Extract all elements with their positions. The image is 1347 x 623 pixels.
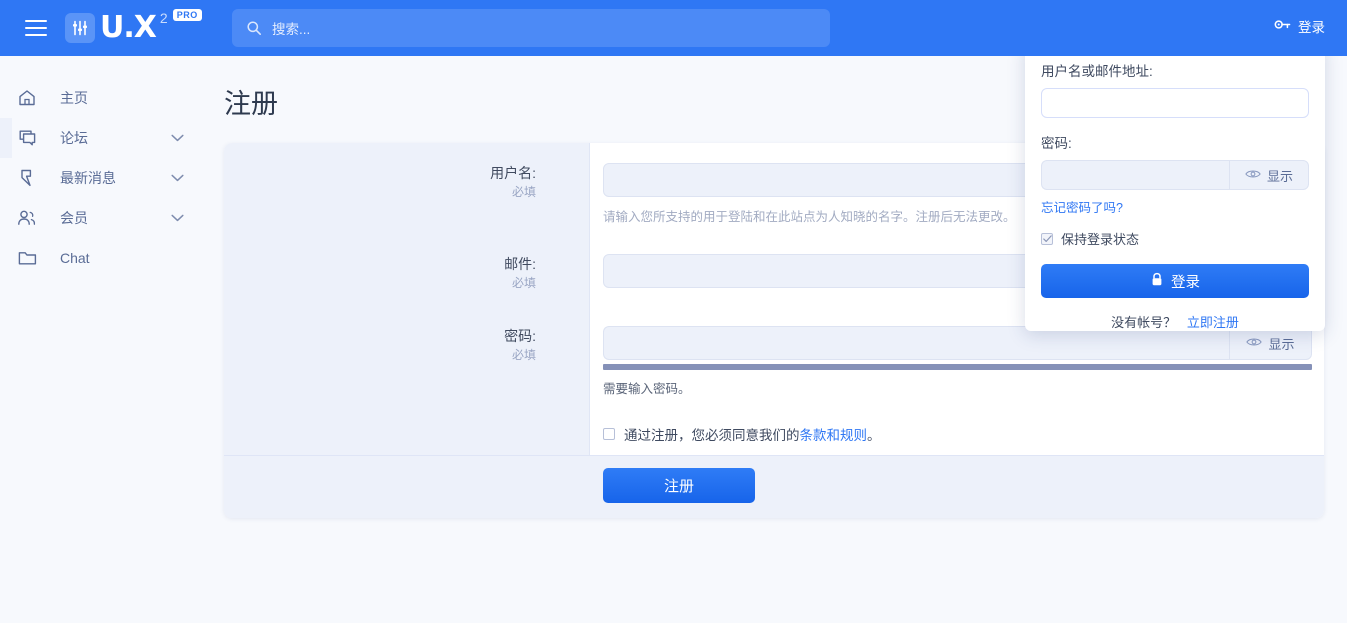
logo-superscript: 2	[160, 10, 168, 26]
logo-text: U.X	[100, 13, 156, 43]
forgot-password-link[interactable]: 忘记密码了吗?	[1041, 197, 1309, 216]
logo-pro-badge: PRO	[173, 9, 202, 21]
password-input-group: 显示	[603, 326, 1312, 360]
sidebar-item-chat[interactable]: Chat	[0, 238, 200, 278]
top-bar: U.X 2 PRO 搜索... 登录	[0, 0, 1347, 56]
terms-agreement[interactable]: 通过注册，您必须同意我们的条款和规则。	[603, 424, 881, 444]
popover-password-show-button[interactable]: 显示	[1229, 160, 1309, 190]
popover-footer: 没有帐号？ 立即注册	[1041, 312, 1309, 331]
page-title: 注册	[224, 82, 278, 121]
search-input[interactable]: 搜索...	[272, 18, 310, 38]
forum-icon	[14, 128, 40, 149]
popover-password-group: 显示	[1041, 160, 1309, 190]
register-submit-button[interactable]: 注册	[603, 468, 755, 503]
lightning-icon	[14, 168, 40, 188]
popover-footer-text: 没有帐号？	[1111, 315, 1176, 330]
username-label: 用户名:	[224, 163, 536, 183]
lock-icon	[1150, 272, 1164, 291]
password-field-block: 显示 需要输入密码。	[603, 326, 1312, 397]
password-required-text: 必填	[224, 346, 536, 364]
email-required-text: 必填	[224, 274, 536, 292]
popover-username-label: 用户名或邮件地址:	[1041, 60, 1309, 80]
hamburger-icon[interactable]	[25, 20, 47, 36]
username-required-text: 必填	[224, 183, 536, 201]
password-show-label: 显示	[1268, 334, 1294, 353]
folder-icon	[14, 249, 40, 267]
sidebar-item-label: 最新消息	[60, 168, 171, 188]
sidebar-item-forum[interactable]: 论坛	[0, 118, 200, 158]
username-label-block: 用户名: 必填	[224, 163, 554, 201]
topbar-login-button[interactable]: 登录	[1274, 16, 1325, 36]
topbar-login-label: 登录	[1298, 16, 1325, 36]
sidebar-item-label: 会员	[60, 208, 171, 228]
popover-login-label: 登录	[1171, 271, 1200, 292]
stay-logged-in-row[interactable]: 保持登录状态	[1041, 229, 1309, 248]
sidebar-item-members[interactable]: 会员	[0, 198, 200, 238]
stay-logged-in-label: 保持登录状态	[1061, 229, 1139, 248]
password-input[interactable]	[603, 326, 1229, 360]
sidebar-item-label: Chat	[60, 250, 200, 266]
popover-username-input[interactable]	[1041, 88, 1309, 118]
members-icon	[14, 209, 40, 227]
form-footer	[224, 456, 1324, 518]
eye-icon	[1245, 168, 1261, 183]
terms-link[interactable]: 条款和规则	[800, 428, 868, 443]
popover-login-button[interactable]: 登录	[1041, 264, 1309, 298]
key-icon	[1274, 17, 1291, 35]
popover-password-label: 密码:	[1041, 132, 1309, 152]
email-label: 邮件:	[224, 254, 536, 274]
home-icon	[14, 88, 40, 108]
search-bar[interactable]: 搜索...	[232, 9, 830, 47]
sliders-icon	[65, 13, 95, 43]
search-icon	[246, 20, 262, 36]
popover-password-show-label: 显示	[1267, 166, 1293, 185]
sidebar-item-label: 论坛	[60, 128, 171, 148]
password-hint: 需要输入密码。	[603, 378, 1312, 397]
terms-text: 通过注册，您必须同意我们的条款和规则。	[624, 424, 881, 444]
password-label-block: 密码: 必填	[224, 326, 554, 364]
sidebar-item-label: 主页	[60, 88, 200, 108]
terms-checkbox[interactable]	[603, 428, 615, 440]
eye-icon	[1246, 336, 1262, 351]
terms-text-before: 通过注册，您必须同意我们的	[624, 428, 800, 443]
chevron-down-icon[interactable]	[171, 134, 184, 142]
form-footer-divider	[224, 455, 1324, 456]
stay-logged-in-checkbox[interactable]	[1041, 233, 1053, 245]
password-label: 密码:	[224, 326, 536, 346]
terms-text-after: 。	[867, 428, 881, 443]
email-label-block: 邮件: 必填	[224, 254, 554, 292]
chevron-down-icon[interactable]	[171, 214, 184, 222]
login-popover: 用户名或邮件地址: 密码: 显示 忘记密码了吗? 保持登录状态	[1025, 42, 1325, 331]
sidebar-item-home[interactable]: 主页	[0, 78, 200, 118]
popover-register-link[interactable]: 立即注册	[1187, 315, 1239, 330]
popover-password-input[interactable]	[1041, 160, 1229, 190]
password-show-button[interactable]: 显示	[1229, 326, 1312, 360]
sidebar-item-latest-news[interactable]: 最新消息	[0, 158, 200, 198]
logo[interactable]: U.X 2 PRO	[65, 8, 202, 48]
sidebar: 主页 论坛 最新消息	[0, 56, 200, 623]
password-strength-bar	[603, 364, 1312, 370]
chevron-down-icon[interactable]	[171, 174, 184, 182]
